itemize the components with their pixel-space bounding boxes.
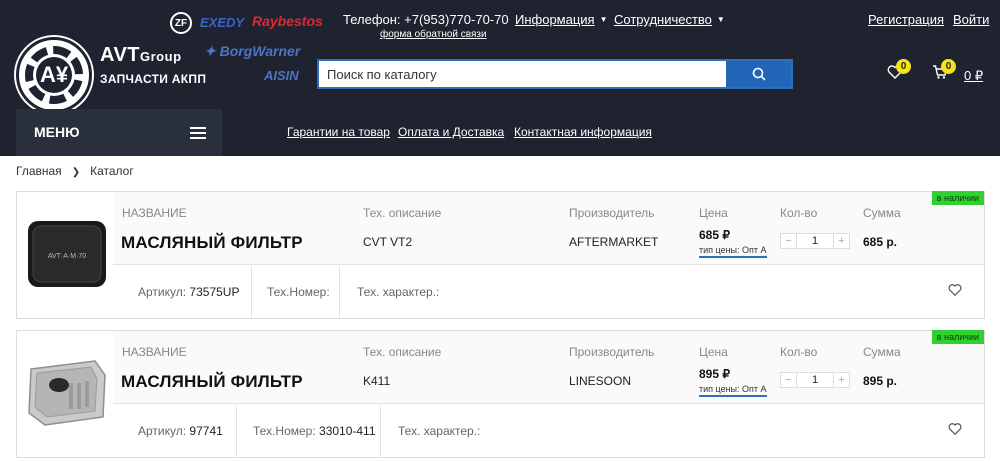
heart-icon bbox=[948, 423, 962, 436]
subnav-contacts[interactable]: Контактная информация bbox=[514, 125, 652, 139]
price-type-selector[interactable]: тип цены: Опт А bbox=[699, 384, 767, 397]
search-button[interactable] bbox=[726, 61, 791, 87]
product-image[interactable]: AVT·A·M·70 bbox=[23, 206, 111, 302]
tech-number-field: Тех.Номер: 33010-411 bbox=[253, 424, 376, 438]
qty-minus-button[interactable]: − bbox=[781, 234, 797, 248]
product-card: НАЗВАНИЕ МАСЛЯНЫЙ ФИЛЬТР Тех. описание K… bbox=[16, 330, 985, 458]
quantity-stepper: − 1 + bbox=[780, 372, 850, 388]
qty-value[interactable]: 1 bbox=[797, 374, 833, 386]
subnav-payment-delivery[interactable]: Оплата и Доставка bbox=[398, 125, 504, 139]
raybestos-logo: Raybestos bbox=[252, 13, 323, 29]
divider bbox=[236, 405, 237, 458]
search-bar bbox=[317, 59, 793, 89]
nav-information[interactable]: Информация ▼ bbox=[515, 12, 608, 27]
col-price-header: Цена bbox=[699, 206, 728, 220]
article-field: Артикул: 97741 bbox=[138, 424, 223, 438]
col-qty-header: Кол-во bbox=[780, 206, 818, 220]
chevron-right-icon: ❯ bbox=[71, 167, 81, 178]
add-to-wishlist-button[interactable] bbox=[948, 422, 962, 441]
feedback-link[interactable]: форма обратной связи bbox=[380, 29, 487, 40]
product-name[interactable]: МАСЛЯНЫЙ ФИЛЬТР bbox=[121, 233, 303, 253]
search-icon bbox=[752, 67, 766, 81]
product-desc: CVT VT2 bbox=[363, 235, 413, 249]
qty-plus-button[interactable]: + bbox=[833, 373, 849, 387]
nav-cooperation[interactable]: Сотрудничество ▼ bbox=[614, 12, 725, 27]
product-card: AVT·A·M·70 НАЗВАНИЕ МАСЛЯНЫЙ ФИЛЬТР Тех.… bbox=[16, 191, 985, 319]
product-meta-row: Артикул: 97741 Тех.Номер: 33010-411 Тех.… bbox=[113, 405, 984, 458]
caret-down-icon: ▼ bbox=[716, 15, 725, 24]
wishlist-count-badge: 0 bbox=[896, 59, 911, 74]
menu-button[interactable]: МЕНЮ bbox=[16, 109, 222, 156]
zf-logo: ZF bbox=[170, 12, 192, 34]
col-sum-header: Сумма bbox=[863, 345, 901, 359]
col-maker-header: Производитель bbox=[569, 345, 655, 359]
hamburger-icon bbox=[190, 127, 206, 139]
product-price: 895 ₽ bbox=[699, 367, 730, 381]
col-desc-header: Тех. описание bbox=[363, 206, 442, 220]
heart-icon bbox=[948, 284, 962, 297]
product-image[interactable] bbox=[23, 345, 111, 441]
phone-number[interactable]: Телефон: +7(953)770-70-70 bbox=[343, 12, 509, 27]
col-maker-header: Производитель bbox=[569, 206, 655, 220]
brand-title: AVTGroup bbox=[100, 44, 182, 66]
tech-number-field: Тех.Номер: bbox=[267, 285, 330, 299]
article-field: Артикул: 73575UP bbox=[138, 285, 240, 299]
qty-plus-button[interactable]: + bbox=[833, 234, 849, 248]
search-input[interactable] bbox=[327, 61, 727, 87]
product-main-row: НАЗВАНИЕ МАСЛЯНЫЙ ФИЛЬТР Тех. описание K… bbox=[113, 330, 984, 404]
product-maker: AFTERMARKET bbox=[569, 235, 659, 249]
breadcrumb: Главная ❯ Каталог bbox=[16, 164, 134, 178]
stock-badge: в наличии bbox=[931, 191, 984, 205]
divider bbox=[380, 405, 381, 458]
qty-minus-button[interactable]: − bbox=[781, 373, 797, 387]
brand[interactable]: AVTGroup ЗАПЧАСТИ АКПП bbox=[100, 44, 206, 86]
caret-down-icon: ▼ bbox=[599, 15, 608, 24]
cart-count-badge: 0 bbox=[941, 59, 956, 74]
breadcrumb-catalog: Каталог bbox=[90, 164, 134, 178]
menu-label: МЕНЮ bbox=[34, 124, 80, 140]
oil-filter-image bbox=[28, 360, 106, 426]
cart-button[interactable]: 0 bbox=[932, 59, 956, 85]
product-sum: 685 р. bbox=[863, 235, 898, 249]
login-link[interactable]: Войти bbox=[953, 12, 989, 27]
col-qty-header: Кол-во bbox=[780, 345, 818, 359]
logo-emblem[interactable]: A¥ bbox=[16, 37, 92, 113]
product-name[interactable]: МАСЛЯНЫЙ ФИЛЬТР bbox=[121, 372, 303, 392]
oil-filter-image: AVT·A·M·70 bbox=[28, 221, 106, 287]
cart-sum[interactable]: 0 ₽ bbox=[964, 68, 983, 84]
register-link[interactable]: Регистрация bbox=[868, 12, 944, 27]
divider bbox=[251, 266, 252, 319]
tech-char-field: Тех. характер.: bbox=[398, 424, 481, 438]
qty-value[interactable]: 1 bbox=[797, 235, 833, 247]
product-price: 685 ₽ bbox=[699, 228, 730, 242]
col-name-header: НАЗВАНИЕ bbox=[122, 206, 187, 220]
svg-text:AVT·A·M·70: AVT·A·M·70 bbox=[48, 253, 86, 260]
price-type-selector[interactable]: тип цены: Опт А bbox=[699, 245, 767, 258]
wishlist-button[interactable]: 0 bbox=[887, 59, 911, 85]
borgwarner-logo: ✦ BorgWarner bbox=[204, 43, 301, 59]
col-sum-header: Сумма bbox=[863, 206, 901, 220]
product-maker: LINESOON bbox=[569, 374, 632, 388]
quantity-stepper: − 1 + bbox=[780, 233, 850, 249]
product-main-row: НАЗВАНИЕ МАСЛЯНЫЙ ФИЛЬТР Тех. описание C… bbox=[113, 191, 984, 265]
logo-letter: A¥ bbox=[36, 57, 72, 93]
col-price-header: Цена bbox=[699, 345, 728, 359]
site-header: A¥ AVTGroup ЗАПЧАСТИ АКПП ZF EXEDY Raybe… bbox=[0, 0, 1000, 156]
col-name-header: НАЗВАНИЕ bbox=[122, 345, 187, 359]
brand-subtitle: ЗАПЧАСТИ АКПП bbox=[100, 72, 207, 86]
product-desc: K411 bbox=[363, 374, 391, 388]
exedy-logo: EXEDY bbox=[200, 15, 245, 30]
divider bbox=[339, 266, 340, 319]
col-desc-header: Тех. описание bbox=[363, 345, 442, 359]
breadcrumb-home[interactable]: Главная bbox=[16, 164, 62, 178]
product-sum: 895 р. bbox=[863, 374, 898, 388]
product-meta-row: Артикул: 73575UP Тех.Номер: Тех. характе… bbox=[113, 266, 984, 319]
aisin-logo: AISIN bbox=[264, 68, 299, 83]
subnav-warranty[interactable]: Гарантии на товар bbox=[287, 125, 390, 139]
add-to-wishlist-button[interactable] bbox=[948, 283, 962, 302]
tech-char-field: Тех. характер.: bbox=[357, 285, 440, 299]
stock-badge: в наличии bbox=[931, 330, 984, 344]
